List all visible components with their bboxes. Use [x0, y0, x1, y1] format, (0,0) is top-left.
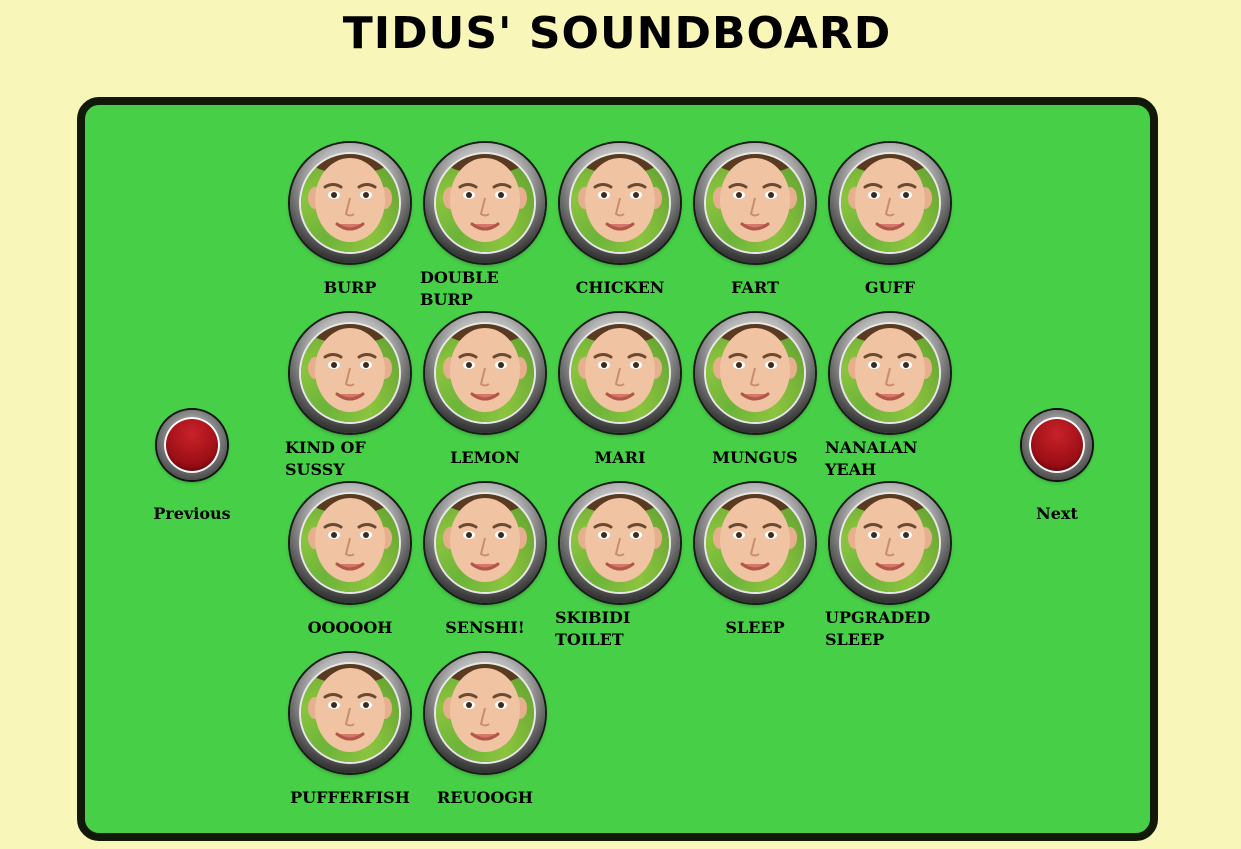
soundboard-panel: Previous Next BURP DOUBLE BURP CHICKEN F… — [77, 97, 1158, 841]
sound-label[interactable]: PUFFERFISH — [285, 787, 415, 809]
face-photo — [436, 494, 534, 592]
sound-button[interactable]: GUFF — [827, 143, 953, 313]
page-title: TIDUS' SOUNDBOARD — [342, 8, 892, 59]
boy-face-icon[interactable] — [830, 483, 950, 603]
sound-label[interactable]: SENSHI! — [420, 617, 550, 639]
sound-button[interactable]: SENSHI! — [422, 483, 548, 653]
face-photo — [301, 494, 399, 592]
boy-face-icon[interactable] — [425, 653, 545, 773]
boy-face-icon[interactable] — [290, 313, 410, 433]
sound-grid: BURP DOUBLE BURP CHICKEN FART GUFF KIND … — [85, 105, 1150, 833]
sound-button[interactable]: CHICKEN — [557, 143, 683, 313]
sound-button[interactable]: KIND OF SUSSY — [285, 313, 415, 483]
boy-face-icon[interactable] — [425, 483, 545, 603]
sound-label[interactable]: BURP — [285, 277, 415, 299]
sound-button[interactable]: MARI — [557, 313, 683, 483]
face-photo — [301, 154, 399, 252]
boy-face-icon[interactable] — [290, 143, 410, 263]
face-photo — [436, 154, 534, 252]
face-photo — [706, 154, 804, 252]
sound-label[interactable]: MARI — [555, 447, 685, 469]
sound-label[interactable]: LEMON — [420, 447, 550, 469]
boy-face-icon[interactable] — [290, 653, 410, 773]
boy-face-icon[interactable] — [695, 143, 815, 263]
face-photo — [841, 324, 939, 422]
sound-button[interactable]: LEMON — [422, 313, 548, 483]
sound-button[interactable]: SKIBIDI TOILET — [555, 483, 685, 653]
face-photo — [841, 154, 939, 252]
face-photo — [436, 324, 534, 422]
face-photo — [571, 324, 669, 422]
boy-face-icon[interactable] — [425, 313, 545, 433]
sound-button[interactable]: FART — [692, 143, 818, 313]
sound-label[interactable]: GUFF — [825, 277, 955, 299]
boy-face-icon[interactable] — [425, 143, 545, 263]
face-photo — [571, 154, 669, 252]
boy-face-icon[interactable] — [695, 483, 815, 603]
sound-button[interactable]: NANALAN YEAH — [825, 313, 955, 483]
face-photo — [301, 664, 399, 762]
sound-label[interactable]: OOOOOH — [285, 617, 415, 639]
boy-face-icon[interactable] — [695, 313, 815, 433]
sound-button[interactable]: PUFFERFISH — [287, 653, 413, 823]
sound-label[interactable]: MUNGUS — [690, 447, 820, 469]
sound-label[interactable]: FART — [690, 277, 820, 299]
sound-button[interactable]: REUOOGH — [422, 653, 548, 823]
boy-face-icon[interactable] — [830, 143, 950, 263]
sound-button[interactable]: BURP — [287, 143, 413, 313]
sound-label[interactable]: NANALAN YEAH — [825, 437, 955, 481]
sound-button[interactable]: DOUBLE BURP — [420, 143, 550, 313]
boy-face-icon[interactable] — [560, 313, 680, 433]
sound-label[interactable]: KIND OF SUSSY — [285, 437, 415, 481]
sound-label[interactable]: UPGRADED SLEEP — [825, 607, 955, 651]
sound-label[interactable]: CHICKEN — [555, 277, 685, 299]
sound-label[interactable]: REUOOGH — [420, 787, 550, 809]
face-photo — [706, 324, 804, 422]
sound-label[interactable]: DOUBLE BURP — [420, 267, 550, 311]
sound-label[interactable]: SLEEP — [690, 617, 820, 639]
sound-button[interactable]: MUNGUS — [692, 313, 818, 483]
boy-face-icon[interactable] — [290, 483, 410, 603]
sound-label[interactable]: SKIBIDI TOILET — [555, 607, 685, 651]
boy-face-icon[interactable] — [830, 313, 950, 433]
sound-button[interactable]: UPGRADED SLEEP — [825, 483, 955, 653]
face-photo — [571, 494, 669, 592]
face-photo — [301, 324, 399, 422]
boy-face-icon[interactable] — [560, 483, 680, 603]
face-photo — [841, 494, 939, 592]
face-photo — [706, 494, 804, 592]
boy-face-icon[interactable] — [560, 143, 680, 263]
sound-button[interactable]: OOOOOH — [287, 483, 413, 653]
face-photo — [436, 664, 534, 762]
sound-button[interactable]: SLEEP — [692, 483, 818, 653]
